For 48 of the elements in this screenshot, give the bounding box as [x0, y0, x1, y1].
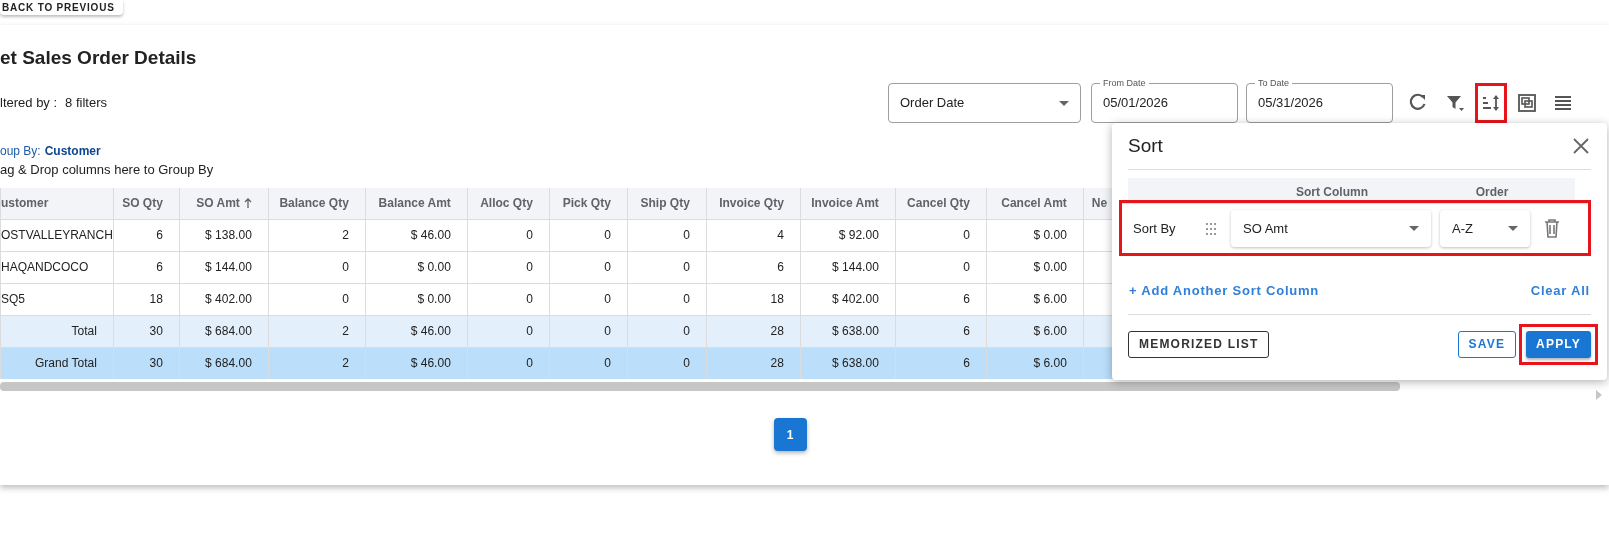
filter-icon — [1445, 93, 1465, 113]
pivot-icon — [1517, 93, 1537, 113]
report-title: et Sales Order Details — [0, 46, 197, 70]
sort-order-select[interactable]: A-Z — [1440, 210, 1530, 247]
table-cell: 0 — [467, 347, 550, 379]
group-by-label: oup By: — [0, 143, 41, 159]
add-sort-column-link[interactable]: + Add Another Sort Column — [1129, 281, 1320, 301]
table-cell: Grand Total — [0, 347, 114, 379]
group-by-drop-hint: ag & Drop columns here to Group By — [0, 162, 214, 177]
panel-title: Sort — [1128, 133, 1163, 158]
delete-button[interactable] — [1544, 219, 1560, 238]
sort-column-select[interactable]: SO Amt — [1231, 210, 1431, 247]
field-label: From Date — [1100, 77, 1149, 89]
field-label: To Date — [1255, 77, 1293, 89]
apply-button[interactable]: APPLY — [1526, 330, 1591, 358]
table-cell: 0 — [627, 347, 707, 379]
caret-icon — [1508, 226, 1518, 231]
column-header: Sort Column — [1295, 184, 1369, 201]
table-cell: $ 638.00 — [800, 347, 896, 379]
table-cell: $ 684.00 — [179, 347, 269, 379]
horizontal-scrollbar[interactable] — [0, 382, 1400, 391]
page-button[interactable]: 1 — [773, 418, 807, 451]
table-cell: $ 6.00 — [986, 347, 1084, 379]
trash-icon — [1544, 219, 1560, 238]
close-button[interactable] — [1571, 136, 1591, 156]
table-cell: 28 — [706, 347, 801, 379]
date-field-select[interactable]: Order Date — [888, 83, 1081, 123]
column-header: Order — [1474, 184, 1510, 201]
group-by-value: Customer — [44, 143, 101, 159]
toolbar-button[interactable] — [1475, 83, 1507, 123]
sort-icon — [1481, 93, 1501, 113]
drag-handle-icon[interactable] — [1205, 221, 1217, 236]
close-icon — [1573, 138, 1589, 154]
sort-row-label: Sort By — [1133, 219, 1177, 238]
save-button[interactable]: SAVE — [1457, 330, 1517, 358]
back-button[interactable]: BACK TO PREVIOUS — [0, 0, 123, 15]
memorized-list-button[interactable]: MEMORIZED LIST — [1128, 330, 1270, 358]
clear-all-link[interactable]: Clear All — [1530, 281, 1590, 301]
filter-label: ltered by : — [0, 94, 58, 113]
filter-count: 8 filters — [65, 94, 107, 113]
caret-icon — [1409, 226, 1419, 231]
table-cell: 6 — [895, 347, 987, 379]
table-cell: 0 — [549, 347, 628, 379]
table-cell: 2 — [268, 347, 366, 379]
table-cell: $ 46.00 — [365, 347, 468, 379]
menu-icon — [1553, 93, 1573, 113]
caret-icon — [1059, 100, 1069, 106]
table-cell: 30 — [113, 347, 180, 379]
